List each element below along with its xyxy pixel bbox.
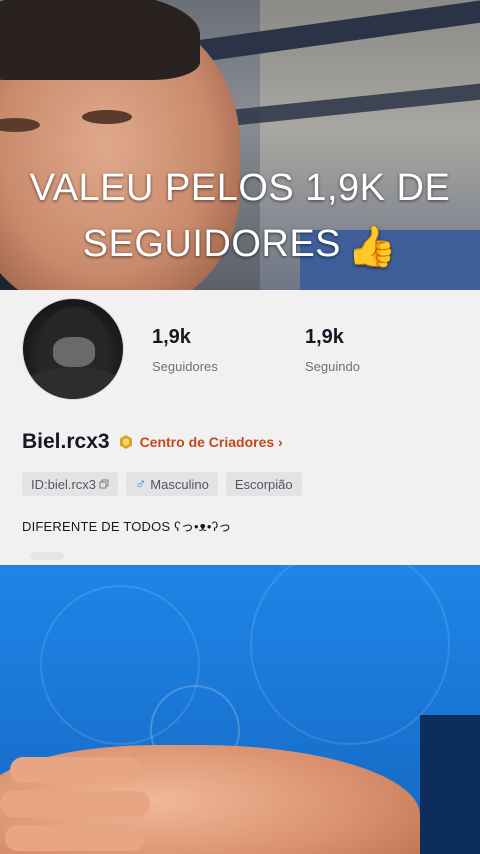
gender-tag-text: Masculino bbox=[150, 476, 209, 492]
zodiac-tag-text: Escorpião bbox=[234, 476, 293, 492]
person-finger bbox=[10, 757, 140, 783]
bottom-video-frame bbox=[0, 565, 480, 854]
person-finger bbox=[0, 791, 150, 817]
person-hair bbox=[0, 0, 200, 80]
caption-line-1: VALEU PELOS 1,9K DE bbox=[29, 167, 451, 209]
avatar[interactable] bbox=[22, 298, 124, 400]
following-stat[interactable]: 1,9k Seguindo bbox=[305, 326, 360, 374]
gender-tag: ♂ Masculino bbox=[126, 472, 218, 496]
followers-count: 1,9k bbox=[152, 326, 191, 348]
person-finger bbox=[5, 825, 145, 851]
profile-bio: DIFERENTE DE TODOS ʕっ•ᴥ•ʔっ bbox=[22, 519, 232, 534]
creator-center-link[interactable]: Centro de Criadores › bbox=[140, 434, 283, 450]
scroll-hint bbox=[30, 552, 64, 560]
avatar-mask bbox=[53, 337, 95, 367]
id-tag-text: ID:biel.rcx3 bbox=[31, 476, 97, 492]
username: Biel.rcx3 bbox=[22, 430, 110, 453]
copy-icon bbox=[99, 479, 109, 489]
shirt-sleeve bbox=[420, 715, 480, 854]
person-eye bbox=[0, 118, 40, 132]
avatar-shoulders bbox=[23, 367, 123, 399]
caption-line-2-text: SEGUIDORES bbox=[82, 223, 342, 265]
profile-card: 1,9k Seguidores 1,9k Seguindo Biel.rcx3 … bbox=[0, 290, 480, 565]
chevron-right-icon: › bbox=[274, 434, 283, 450]
person-eye bbox=[82, 110, 132, 124]
followers-label: Seguidores bbox=[152, 359, 218, 374]
video-caption: VALEU PELOS 1,9K DE SEGUIDORES 👍 bbox=[0, 160, 480, 275]
following-count: 1,9k bbox=[305, 326, 344, 348]
profile-tags: ID:biel.rcx3 ♂ Masculino Escorpião bbox=[22, 472, 310, 496]
creator-center-label: Centro de Criadores bbox=[139, 434, 275, 450]
thumbs-up-icon: 👍 bbox=[347, 225, 398, 269]
name-row: Biel.rcx3 Centro de Criadores › bbox=[22, 430, 283, 454]
id-tag[interactable]: ID:biel.rcx3 bbox=[22, 472, 119, 496]
followers-stat[interactable]: 1,9k Seguidores bbox=[152, 326, 218, 374]
male-icon: ♂ bbox=[135, 475, 147, 493]
zodiac-tag: Escorpião bbox=[225, 472, 302, 496]
caption-line-2: SEGUIDORES 👍 bbox=[0, 216, 480, 275]
top-video-frame: VALEU PELOS 1,9K DE SEGUIDORES 👍 bbox=[0, 0, 480, 290]
creator-badge-icon bbox=[119, 435, 132, 449]
following-label: Seguindo bbox=[305, 359, 360, 374]
